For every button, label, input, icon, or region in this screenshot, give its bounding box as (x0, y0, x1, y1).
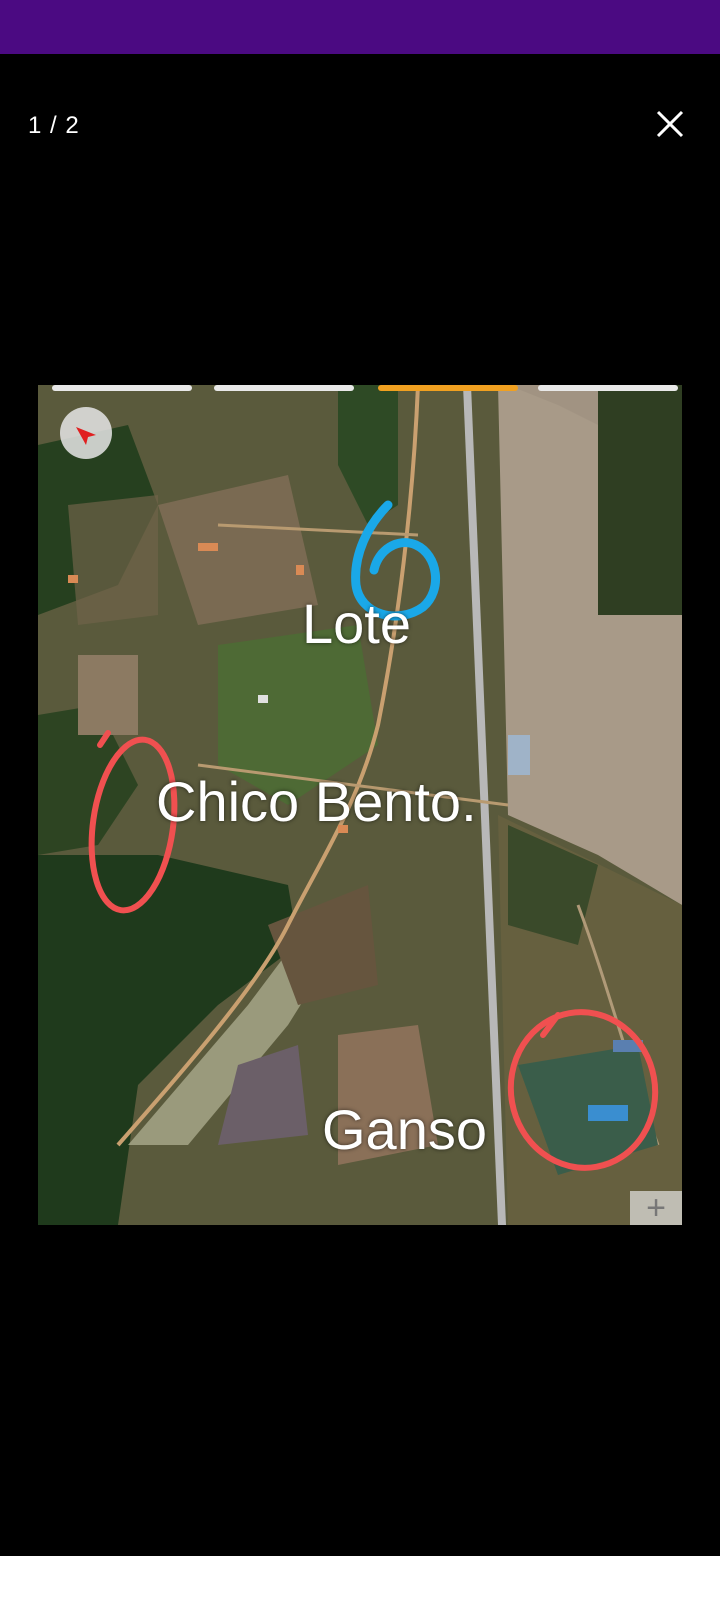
close-button[interactable] (650, 104, 690, 144)
map-label-ganso: Ganso (322, 1098, 487, 1161)
map-label-chico-bento: Chico Bento. (156, 770, 477, 833)
map-label-lote: Lote (302, 592, 411, 655)
compass-icon (60, 407, 112, 459)
image-counter: 1 / 2 (28, 112, 80, 139)
navigation-bar (0, 1556, 720, 1600)
status-bar (0, 0, 720, 54)
satellite-photo[interactable]: Lote Chico Bento. Ganso + (38, 385, 682, 1225)
zoom-in-icon: + (630, 1191, 682, 1225)
close-icon (656, 110, 684, 138)
